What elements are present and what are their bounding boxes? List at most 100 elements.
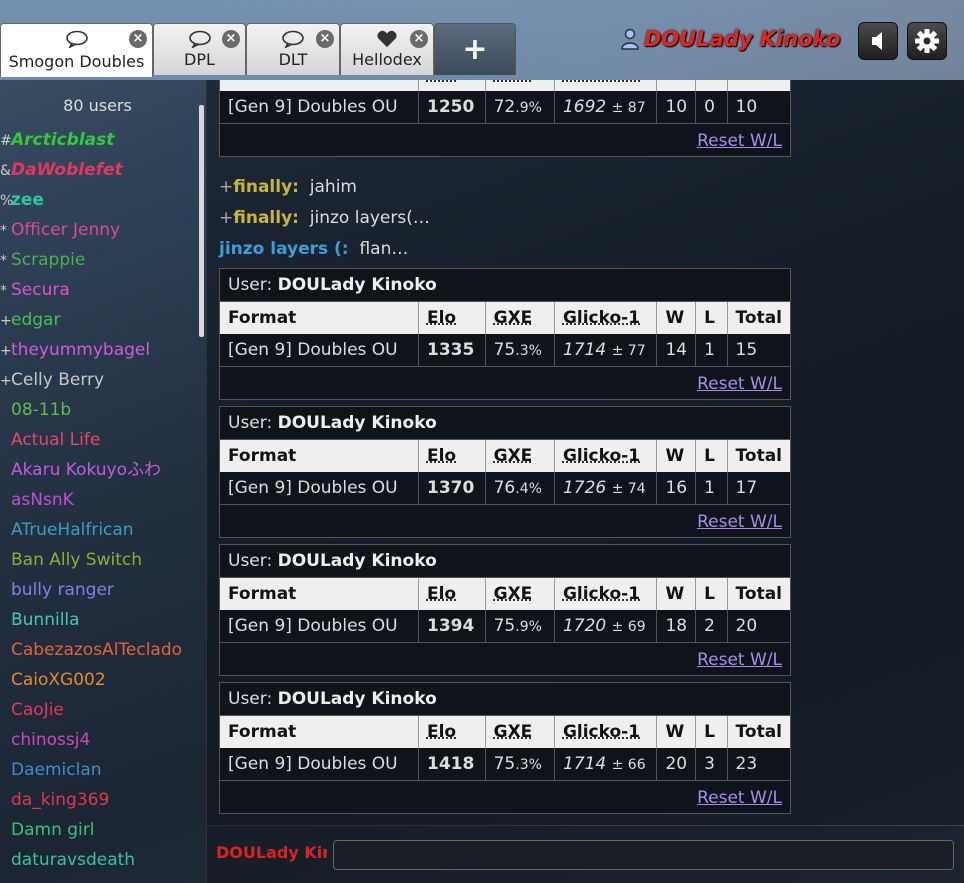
user-group-symbol: &: [0, 163, 11, 179]
chat-message: +finally: jahim: [219, 172, 357, 202]
ranking-row: [Gen 9] Doubles OU 1370 76.4% 1726 ± 74 16 1 1…: [220, 472, 790, 505]
close-icon[interactable]: ×: [129, 30, 147, 48]
new-room-button[interactable]: +: [434, 23, 516, 75]
user-list-item[interactable]: #Arcticblast: [0, 128, 182, 158]
user-name[interactable]: CabezazosAlTeclado: [11, 640, 182, 660]
user-list-item[interactable]: &DaWoblefet: [0, 158, 182, 188]
user-name[interactable]: Actual Life: [11, 430, 100, 450]
user-name[interactable]: asNsnK: [11, 490, 74, 510]
scrollbar-thumb[interactable]: [199, 105, 204, 337]
user-list-item[interactable]: chinossj4: [0, 728, 182, 758]
ranking-row: [Gen 9] Doubles OU 1394 75.9% 1720 ± 69 18 2 2…: [220, 610, 790, 643]
user-list-item[interactable]: +theyummybagel: [0, 338, 182, 368]
user-name[interactable]: Secura: [11, 280, 70, 300]
sound-button[interactable]: [858, 22, 898, 60]
user-list-item[interactable]: ATrueHalfrican: [0, 518, 182, 548]
user-name[interactable]: Daemiclan: [11, 760, 102, 780]
user-list-item[interactable]: Damn girl: [0, 818, 182, 848]
user-list-item[interactable]: 08-11b: [0, 398, 182, 428]
current-username[interactable]: DOULady Kinoko: [644, 27, 840, 51]
user-list-item[interactable]: CaoJie: [0, 698, 182, 728]
losses-cell: 3: [695, 748, 728, 781]
ranking-header-row: Format Elo GXE Glicko-1 W L Total: [220, 578, 790, 610]
user-name[interactable]: chinossj4: [11, 730, 90, 750]
ranking-header-row: Format Elo GXE Glicko-1 W L Total: [220, 302, 790, 334]
tab-dpl[interactable]: × DPL: [153, 23, 246, 75]
user-list-item[interactable]: * Officer Jenny: [0, 218, 182, 248]
user-label: User:: [228, 413, 273, 433]
user-list-item[interactable]: bully ranger: [0, 578, 182, 608]
user-menu[interactable]: DOULady Kinoko: [620, 27, 840, 51]
reset-wl-link[interactable]: Reset W/L: [697, 650, 782, 670]
tab-dlt[interactable]: × DLT: [246, 23, 340, 75]
user-list-item[interactable]: Akaru Kokuyoふわ: [0, 458, 182, 488]
elo-cell: 1418: [418, 748, 486, 781]
user-name[interactable]: Akaru Kokuyoふわ: [11, 460, 161, 480]
user-name[interactable]: zee: [11, 190, 44, 210]
user-name[interactable]: 08-11b: [11, 400, 71, 420]
message-text: jinzo layers(…: [309, 208, 430, 228]
user-name[interactable]: Arcticblast: [11, 130, 114, 150]
user-name[interactable]: DaWoblefet: [11, 160, 123, 180]
user-name[interactable]: bully ranger: [11, 580, 114, 600]
wins-cell: 10: [656, 91, 697, 124]
user-name[interactable]: Ban Ally Switch: [11, 550, 142, 570]
reset-wl-link[interactable]: Reset W/L: [697, 374, 782, 394]
user-name[interactable]: daturavsdeath: [11, 850, 135, 870]
user-list-item[interactable]: da_king369: [0, 788, 182, 818]
user-list-item[interactable]: Bunnilla: [0, 608, 182, 638]
user-list-item[interactable]: CaioXG002: [0, 668, 182, 698]
tab-hellodex[interactable]: × Hellodex: [340, 23, 434, 75]
reset-wl-link[interactable]: Reset W/L: [697, 788, 782, 808]
col-elo: Elo: [418, 578, 486, 610]
user-list-item[interactable]: Ban Ally Switch: [0, 548, 182, 578]
message-author[interactable]: jinzo layers (:: [219, 239, 349, 259]
close-icon[interactable]: ×: [316, 30, 334, 48]
user-name[interactable]: Celly Berry: [11, 370, 104, 390]
col-elo: Elo: [418, 440, 486, 472]
col-l: L: [695, 716, 728, 748]
user-list-item[interactable]: %zee: [0, 188, 182, 218]
col-gxe: GXE: [485, 578, 555, 610]
ranking-table: Format Elo GXE Glicko-1 W L Total [Gen 9] Doubl…: [220, 440, 790, 505]
user-list-item[interactable]: daturavsdeath: [0, 848, 182, 878]
user-name[interactable]: Scrappie: [11, 250, 85, 270]
tab-smogon-doubles[interactable]: × Smogon Doubles: [0, 23, 153, 77]
volume-icon: [872, 32, 882, 50]
user-list-item[interactable]: +Celly Berry: [0, 368, 182, 398]
user-list-item[interactable]: Actual Life: [0, 428, 182, 458]
user-list-item[interactable]: CabezazosAlTeclado: [0, 638, 182, 668]
gxe-cell: 75.9%: [485, 610, 555, 643]
col-gxe: GXE: [485, 80, 555, 91]
ranked-username: DOULady Kinoko: [277, 275, 437, 295]
user-name[interactable]: da_king369: [11, 790, 109, 810]
wins-cell: 20: [656, 748, 697, 781]
user-name[interactable]: edgar: [11, 310, 60, 330]
user-name[interactable]: CaioXG002: [11, 670, 106, 690]
ranking-title: User: DOULady Kinoko: [220, 269, 790, 302]
room-tabs: × Smogon Doubles × DPL × DLT × Hellodex …: [0, 23, 516, 77]
col-gxe: GXE: [485, 302, 555, 334]
ranking-box: User: DOULady Kinoko Format Elo GXE Glicko-1…: [219, 406, 791, 538]
user-list-item[interactable]: * Scrappie: [0, 248, 182, 278]
user-list-item[interactable]: asNsnK: [0, 488, 182, 518]
settings-button[interactable]: [907, 22, 947, 60]
user-name[interactable]: Officer Jenny: [11, 220, 120, 240]
reset-wl-link[interactable]: Reset W/L: [697, 131, 782, 151]
user-name[interactable]: CaoJie: [11, 700, 64, 720]
chat-input[interactable]: [333, 840, 954, 870]
user-list-item[interactable]: +edgar: [0, 308, 182, 338]
user-list-item[interactable]: * Secura: [0, 278, 182, 308]
close-icon[interactable]: ×: [222, 30, 240, 48]
user-group-symbol: %: [0, 193, 14, 209]
user-name[interactable]: ATrueHalfrican: [11, 520, 134, 540]
reset-wl-link[interactable]: Reset W/L: [697, 512, 782, 532]
message-author[interactable]: finally:: [233, 177, 299, 197]
close-icon[interactable]: ×: [410, 30, 428, 48]
user-list-item[interactable]: Daemiclan: [0, 758, 182, 788]
col-glicko: Glicko-1: [554, 716, 658, 748]
user-name[interactable]: Damn girl: [11, 820, 94, 840]
user-name[interactable]: Bunnilla: [11, 610, 80, 630]
user-name[interactable]: theyummybagel: [11, 340, 150, 360]
message-author[interactable]: finally:: [233, 208, 299, 228]
